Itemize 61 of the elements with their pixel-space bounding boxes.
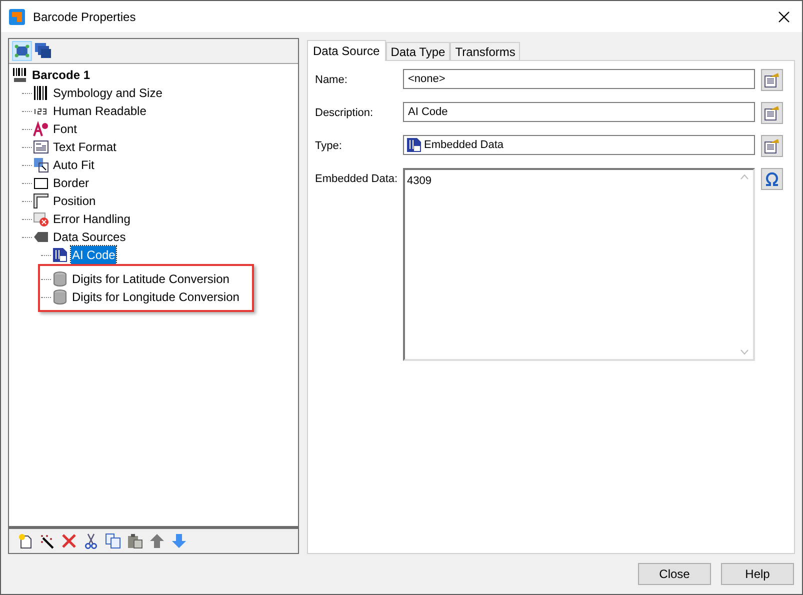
border-icon (33, 175, 49, 191)
delete-icon[interactable] (61, 533, 77, 549)
tree-item[interactable]: Human Readable (52, 102, 148, 120)
tree-item[interactable]: Digits for Longitude Conversion (71, 288, 240, 306)
tree-item[interactable]: AI Code (71, 246, 116, 264)
tab[interactable]: Transforms (450, 42, 520, 60)
tree-item[interactable]: Digits for Latitude Conversion (71, 270, 230, 288)
cut-icon[interactable] (83, 533, 99, 549)
tree-item[interactable]: Text Format (52, 138, 118, 156)
copy-icon[interactable] (105, 533, 121, 549)
tree-item[interactable]: Auto Fit (52, 156, 96, 174)
barcode-icon (33, 85, 49, 101)
digits-icon (33, 108, 49, 114)
tree-item[interactable]: Data Sources (52, 228, 127, 246)
field-label: Embedded Data: (315, 172, 399, 187)
list-edit-icon (764, 72, 780, 88)
window-title: Barcode Properties (33, 8, 137, 26)
tab[interactable]: Data Type (386, 42, 450, 60)
edit-list-button[interactable] (761, 135, 783, 157)
tag-icon (33, 229, 49, 245)
tab[interactable]: Data Source (307, 40, 386, 61)
up-arrow-icon[interactable] (149, 533, 165, 549)
barcode-icon (12, 67, 28, 83)
document-icon (406, 137, 422, 153)
tree-item[interactable]: Symbology and Size (52, 84, 164, 102)
text-format-icon (33, 139, 49, 155)
special-character-button[interactable] (761, 168, 783, 190)
field-label: Name: (315, 73, 348, 88)
app-icon (9, 8, 25, 24)
omega-icon (764, 171, 780, 187)
tree-item[interactable]: Error Handling (52, 210, 132, 228)
field-label: Type: (315, 139, 343, 154)
font-icon (33, 121, 49, 137)
error-icon (33, 211, 49, 227)
edit-list-button[interactable] (761, 69, 783, 91)
magic-wand-icon[interactable] (39, 533, 55, 549)
dialog-button[interactable]: Help (721, 563, 794, 585)
list-edit-icon (764, 105, 780, 121)
database-icon (52, 271, 68, 287)
list-edit-icon (764, 138, 780, 154)
text-field[interactable]: AI Code (403, 102, 755, 122)
layers-icon[interactable] (34, 42, 52, 60)
tree-item[interactable]: Border (52, 174, 90, 192)
resize-icon (33, 157, 49, 173)
tree-item[interactable]: Font (52, 120, 78, 138)
tree-item[interactable]: Barcode 1 (31, 66, 92, 84)
ruler-icon (33, 193, 49, 209)
paste-icon[interactable] (127, 533, 143, 549)
field-label: Description: (315, 106, 374, 121)
text-field[interactable]: <none> (403, 69, 755, 89)
database-icon (52, 289, 68, 305)
document-icon (52, 247, 68, 263)
tree-item[interactable]: Position (52, 192, 97, 210)
edit-list-button[interactable] (761, 102, 783, 124)
new-document-icon[interactable] (17, 533, 33, 549)
type-field[interactable]: Embedded Data (403, 135, 755, 155)
close-icon[interactable] (778, 10, 790, 22)
text-area[interactable]: 4309 (405, 170, 736, 359)
tree-view-icon[interactable] (12, 41, 32, 61)
dialog-button[interactable]: Close (638, 563, 711, 585)
down-arrow-icon[interactable] (171, 533, 187, 549)
